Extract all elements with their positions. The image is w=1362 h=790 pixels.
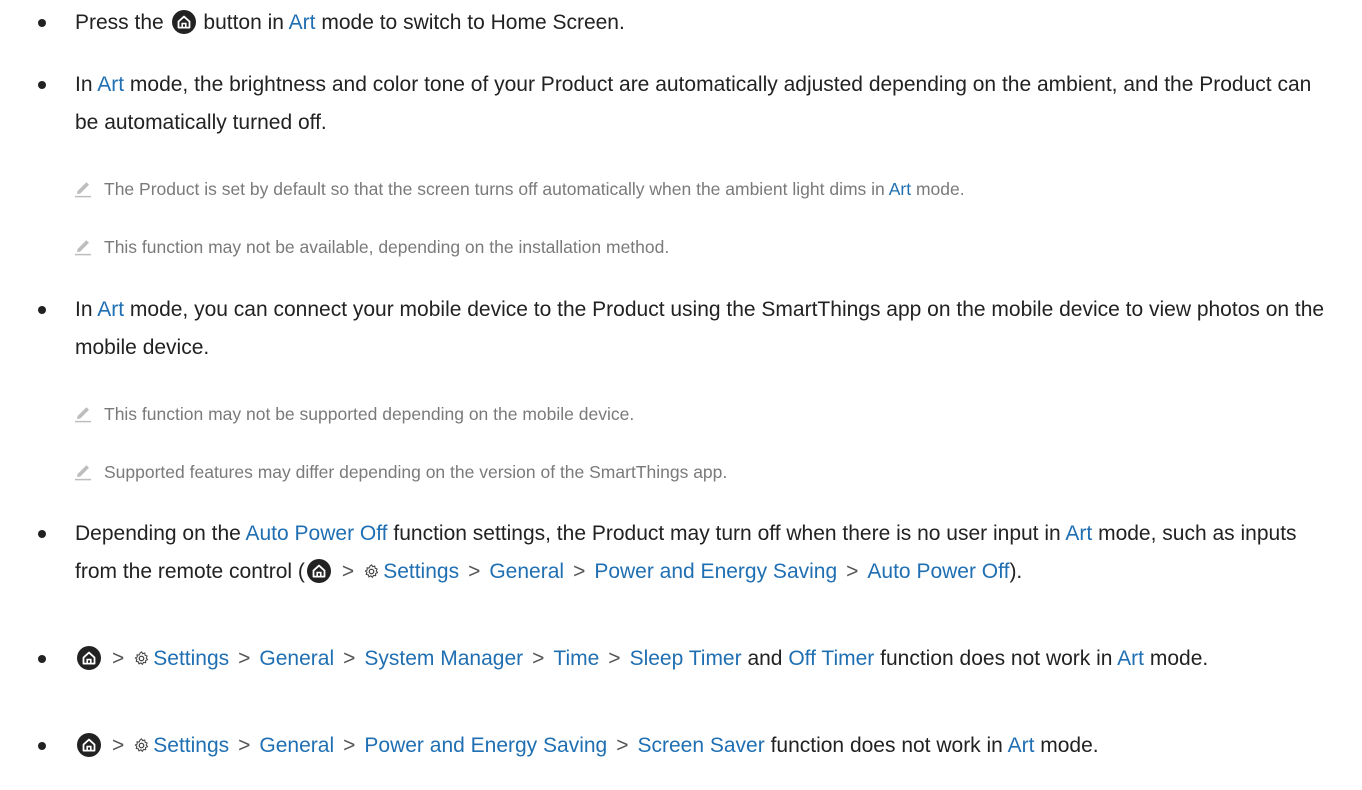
path-separator: >	[532, 647, 545, 670]
path-separator: >	[343, 647, 356, 670]
general-link[interactable]: General	[489, 560, 564, 583]
general-link[interactable]: General	[259, 647, 334, 670]
bullet-item-timers: > Settings > General > System Manager > Time > Sl…	[0, 640, 1362, 678]
settings-link[interactable]: Settings	[153, 734, 229, 757]
art-mode-link[interactable]: Art	[1117, 647, 1144, 670]
path-separator: >	[573, 560, 586, 583]
bullet-dot	[38, 306, 46, 314]
path-separator: >	[616, 734, 629, 757]
system-manager-link[interactable]: System Manager	[364, 647, 523, 670]
home-button-icon	[77, 646, 101, 670]
note-screen-off: The Product is set by default so that th…	[0, 175, 1362, 203]
path-separator: >	[608, 647, 621, 670]
bullet-dot	[38, 530, 46, 538]
art-mode-link[interactable]: Art	[1008, 734, 1035, 757]
pencil-icon	[75, 240, 91, 256]
art-mode-link[interactable]: Art	[289, 11, 316, 34]
path-separator: >	[112, 647, 125, 670]
path-separator: >	[343, 734, 356, 757]
home-button-icon	[171, 10, 196, 34]
screen-saver-link[interactable]: Screen Saver	[637, 734, 764, 757]
path-separator: >	[341, 560, 355, 583]
off-timer-link[interactable]: Off Timer	[788, 647, 874, 670]
art-mode-link[interactable]: Art	[889, 179, 911, 199]
auto-power-off-link[interactable]: Auto Power Off	[246, 522, 388, 545]
pencil-icon	[75, 465, 91, 481]
gear-icon	[135, 738, 149, 752]
bullet-item-home-button: Press the button in Art mode to switch t…	[0, 4, 1362, 42]
power-energy-saving-link[interactable]: Power and Energy Saving	[364, 734, 607, 757]
home-button-icon	[77, 733, 101, 757]
gear-icon	[135, 651, 149, 665]
bullet-item-auto-power-off: Depending on the Auto Power Off function…	[0, 515, 1362, 591]
bullet-dot	[38, 655, 46, 663]
note-installation: This function may not be available, depe…	[0, 233, 1362, 261]
sleep-timer-link[interactable]: Sleep Timer	[630, 647, 742, 670]
bullet-item-brightness: In Art mode, the brightness and color to…	[0, 66, 1362, 142]
time-link[interactable]: Time	[553, 647, 599, 670]
bullet-item-screen-saver: > Settings > General > Power and Energy Savin…	[0, 727, 1362, 765]
path-separator: >	[468, 560, 481, 583]
note-app-version: Supported features may differ depending …	[0, 458, 1362, 486]
auto-power-off-menu-link[interactable]: Auto Power Off	[867, 560, 1009, 583]
general-link[interactable]: General	[259, 734, 334, 757]
path-separator: >	[238, 647, 251, 670]
path-separator: >	[846, 560, 859, 583]
bullet-item-smartthings: In Art mode, you can connect your mobile…	[0, 291, 1362, 367]
bullet-dot	[38, 81, 46, 89]
art-mode-link[interactable]: Art	[1065, 522, 1092, 545]
bullet-dot	[38, 742, 46, 750]
art-mode-link[interactable]: Art	[97, 73, 124, 96]
bullet-dot	[38, 19, 46, 27]
manual-page: Press the button in Art mode to switch t…	[0, 0, 1362, 790]
pencil-icon	[75, 407, 91, 423]
art-mode-link[interactable]: Art	[97, 298, 124, 321]
gear-icon	[364, 564, 379, 578]
home-button-icon	[306, 559, 331, 583]
settings-link[interactable]: Settings	[153, 647, 229, 670]
note-mobile-device: This function may not be supported depen…	[0, 400, 1362, 428]
pencil-icon	[75, 182, 91, 198]
power-energy-saving-link[interactable]: Power and Energy Saving	[594, 560, 837, 583]
path-separator: >	[112, 734, 125, 757]
path-separator: >	[238, 734, 251, 757]
settings-link[interactable]: Settings	[383, 560, 459, 583]
